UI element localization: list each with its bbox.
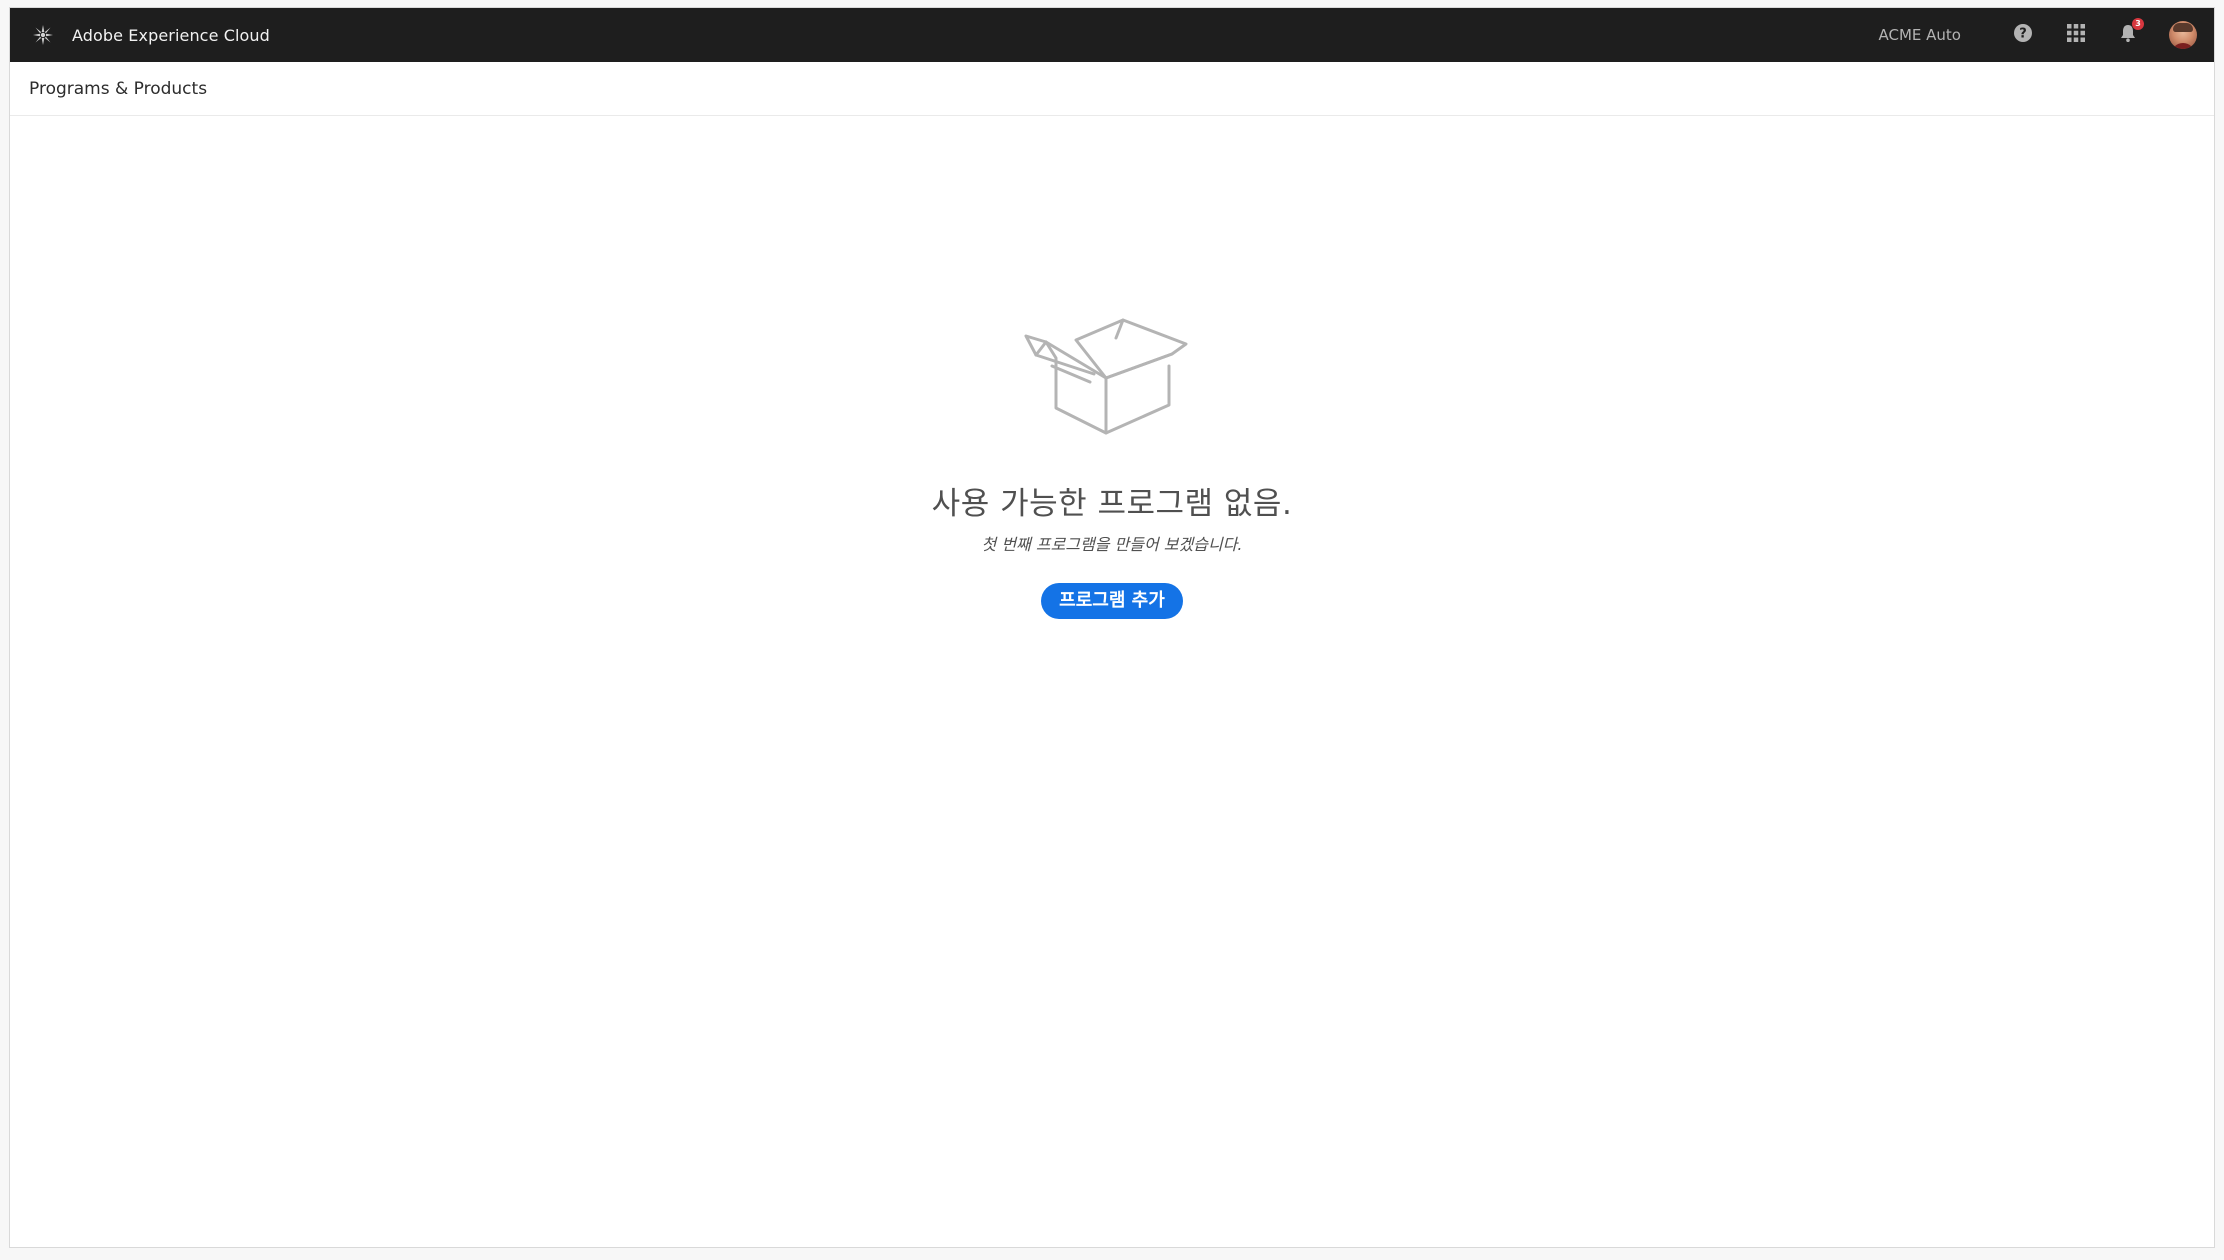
- org-switcher[interactable]: ACME Auto: [1879, 8, 1962, 62]
- brand[interactable]: Adobe Experience Cloud: [30, 8, 270, 62]
- page-title: Programs & Products: [29, 79, 208, 99]
- svg-text:?: ?: [2019, 27, 2027, 42]
- add-program-button[interactable]: 프로그램 추가: [1041, 583, 1183, 619]
- help-button[interactable]: ?: [2009, 21, 2037, 49]
- app-switcher-icon: [2066, 23, 2086, 47]
- avatar-hair: [2173, 23, 2193, 32]
- notification-count-badge: 3: [2132, 18, 2144, 30]
- app-window: Adobe Experience Cloud ACME Auto ? 3 Pro…: [9, 7, 2215, 1248]
- notifications-button[interactable]: 3: [2114, 18, 2144, 49]
- empty-box-icon: [1024, 318, 1188, 435]
- shell-header: Adobe Experience Cloud ACME Auto ? 3: [10, 8, 2214, 62]
- empty-state-title: 사용 가능한 프로그램 없음.: [931, 486, 1293, 522]
- app-switcher-button[interactable]: [2062, 21, 2090, 49]
- user-avatar[interactable]: [2169, 21, 2197, 49]
- avatar-shirt: [2171, 43, 2195, 49]
- experience-cloud-logo-icon: [30, 22, 56, 48]
- empty-state-subtitle: 첫 번째 프로그램을 만들어 보겠습니다.: [981, 535, 1243, 554]
- help-icon: ?: [2013, 23, 2033, 47]
- empty-state: 사용 가능한 프로그램 없음. 첫 번째 프로그램을 만들어 보겠습니다. 프로…: [10, 308, 2214, 619]
- page-header: Programs & Products: [10, 62, 2214, 116]
- app-title: Adobe Experience Cloud: [72, 25, 270, 45]
